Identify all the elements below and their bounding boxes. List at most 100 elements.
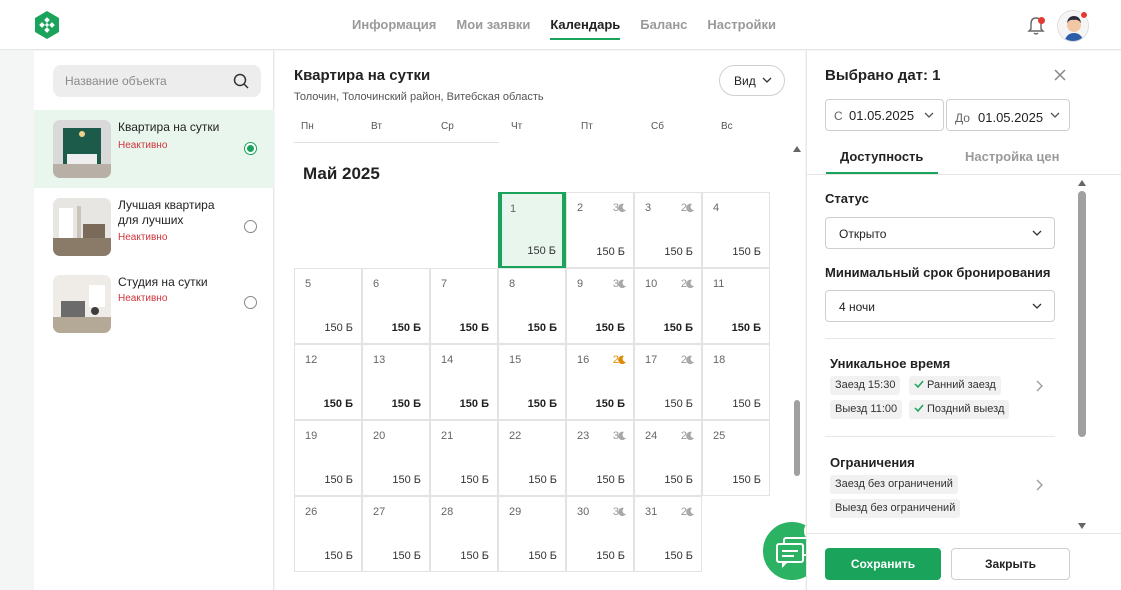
object-item[interactable]: Студия на сутки Неактивно (34, 265, 274, 343)
object-radio[interactable] (244, 220, 257, 233)
tab-availability[interactable]: Доступность (840, 149, 923, 164)
calendar-day-cell[interactable]: 3 2 150 Б (634, 192, 702, 268)
calendar-day-cell[interactable]: 6 150 Б (362, 268, 430, 344)
day-number: 17 (645, 354, 658, 366)
calendar-day-cell[interactable]: 29 150 Б (498, 496, 566, 572)
day-price: 150 Б (596, 246, 625, 258)
day-number: 19 (305, 430, 318, 442)
calendar-day-cell[interactable]: 30 3 150 Б (566, 496, 634, 572)
calendar-day-cell[interactable]: 13 150 Б (362, 344, 430, 420)
calendar-day-cell[interactable]: 5 150 Б (294, 268, 362, 344)
search-input[interactable] (65, 65, 225, 97)
calendar-day-cell[interactable]: 2 3 150 Б (566, 192, 634, 268)
calendar-day-cell[interactable]: 19 150 Б (294, 420, 362, 496)
object-name: Лучшая квартира для лучших (118, 198, 215, 227)
day-number: 27 (373, 506, 386, 518)
calendar-day-cell[interactable]: 18 150 Б (702, 344, 770, 420)
selection-title: Выбрано дат: 1 (825, 67, 941, 84)
close-button[interactable]: Закрыть (951, 548, 1070, 580)
status-select[interactable]: Открыто (825, 217, 1055, 249)
weekday-label: Вт (371, 121, 382, 132)
status-label: Статус (825, 191, 869, 206)
calendar-day-cell[interactable]: 20 150 Б (362, 420, 430, 496)
calendar-day-cell[interactable]: 8 150 Б (498, 268, 566, 344)
calendar-day-cell[interactable]: 27 150 Б (362, 496, 430, 572)
object-radio[interactable] (244, 142, 257, 155)
calendar-day-cell[interactable]: 26 150 Б (294, 496, 362, 572)
close-icon[interactable] (1053, 68, 1067, 82)
calendar-day-cell[interactable]: 14 150 Б (430, 344, 498, 420)
date-from-field[interactable]: С 01.05.2025 (825, 99, 944, 131)
calendar-day-cell[interactable]: 9 3 150 Б (566, 268, 634, 344)
calendar-day-cell[interactable]: 11 150 Б (702, 268, 770, 344)
view-button[interactable]: Вид (719, 65, 785, 96)
day-number: 2 (577, 202, 584, 214)
calendar-day-cell[interactable]: 28 150 Б (430, 496, 498, 572)
footer-divider (807, 533, 1121, 534)
save-button[interactable]: Сохранить (825, 548, 941, 580)
calendar-day-cell[interactable]: 23 3 150 Б (566, 420, 634, 496)
range-handle-left[interactable] (498, 194, 502, 266)
nav-my-requests[interactable]: Мои заявки (456, 0, 530, 50)
nav-calendar[interactable]: Календарь (550, 0, 620, 50)
calendar-day-cell[interactable]: 31 2 150 Б (634, 496, 702, 572)
object-status: Неактивно (118, 140, 168, 151)
calendar-day-cell[interactable]: 7 150 Б (430, 268, 498, 344)
tabs-divider (807, 174, 1121, 175)
day-number: 11 (713, 278, 725, 290)
day-price: 150 Б (460, 550, 489, 562)
scrollbar-thumb[interactable] (1078, 191, 1086, 437)
search-icon[interactable] (233, 73, 249, 89)
scrollbar-thumb[interactable] (794, 400, 800, 476)
calendar-day-cell[interactable]: 15 150 Б (498, 344, 566, 420)
calendar-day-cell[interactable]: 16 2 150 Б (566, 344, 634, 420)
day-price: 150 Б (663, 322, 693, 334)
section-divider (825, 436, 1055, 437)
early-checkin-label: Ранний заезд (927, 379, 996, 391)
min-stay-select[interactable]: 4 ночи (825, 290, 1055, 322)
day-number: 21 (441, 430, 454, 442)
calendar-day-cell[interactable]: 21 150 Б (430, 420, 498, 496)
day-number: 29 (509, 506, 522, 518)
day-number: 5 (305, 278, 312, 290)
scroll-up-arrow[interactable] (1078, 180, 1086, 186)
calendar-day-cell[interactable]: 22 150 Б (498, 420, 566, 496)
day-number: 15 (509, 354, 522, 366)
day-number: 18 (713, 354, 726, 366)
scroll-up-arrow[interactable] (793, 146, 801, 152)
top-bar: Информация Мои заявки Календарь Баланс Н… (0, 0, 1121, 50)
object-radio[interactable] (244, 296, 257, 309)
logo-icon[interactable] (33, 11, 61, 39)
day-number: 31 (645, 506, 658, 518)
chevron-down-icon (1050, 112, 1060, 118)
day-price: 150 Б (459, 398, 489, 410)
section-divider (825, 338, 1055, 339)
day-price: 150 Б (392, 474, 421, 486)
nav-info[interactable]: Информация (352, 0, 436, 50)
nav-balance[interactable]: Баланс (640, 0, 687, 50)
nav-settings[interactable]: Настройки (707, 0, 776, 50)
object-item[interactable]: Лучшая квартира для лучших Неактивно (34, 188, 274, 266)
view-button-label: Вид (734, 74, 756, 88)
date-to-label: До (955, 111, 970, 125)
calendar-day-cell[interactable]: 4 150 Б (702, 192, 770, 268)
objects-panel: Квартира на сутки Неактивно Лучшая кварт… (34, 51, 274, 590)
moon-icon (618, 355, 626, 365)
day-number: 1 (510, 203, 517, 215)
object-name: Студия на сутки (118, 275, 208, 289)
calendar-day-cell[interactable]: 24 2 150 Б (634, 420, 702, 496)
object-status: Неактивно (118, 293, 168, 304)
tab-price-settings[interactable]: Настройка цен (965, 149, 1060, 164)
calendar-day-cell[interactable]: 25 150 Б (702, 420, 770, 496)
date-to-field[interactable]: До 01.05.2025 (946, 99, 1070, 131)
object-item[interactable]: Квартира на сутки Неактивно (34, 110, 274, 188)
calendar-day-cell[interactable]: 17 2 150 Б (634, 344, 702, 420)
scroll-down-arrow[interactable] (1078, 523, 1086, 529)
chevron-right-icon[interactable] (1035, 479, 1043, 491)
chevron-right-icon[interactable] (1035, 380, 1043, 392)
calendar-day-cell[interactable]: 10 2 150 Б (634, 268, 702, 344)
unique-time-title: Уникальное время (830, 356, 951, 371)
day-number: 12 (305, 354, 318, 366)
calendar-day-cell[interactable]: 1 150 Б (498, 192, 566, 268)
calendar-day-cell[interactable]: 12 150 Б (294, 344, 362, 420)
